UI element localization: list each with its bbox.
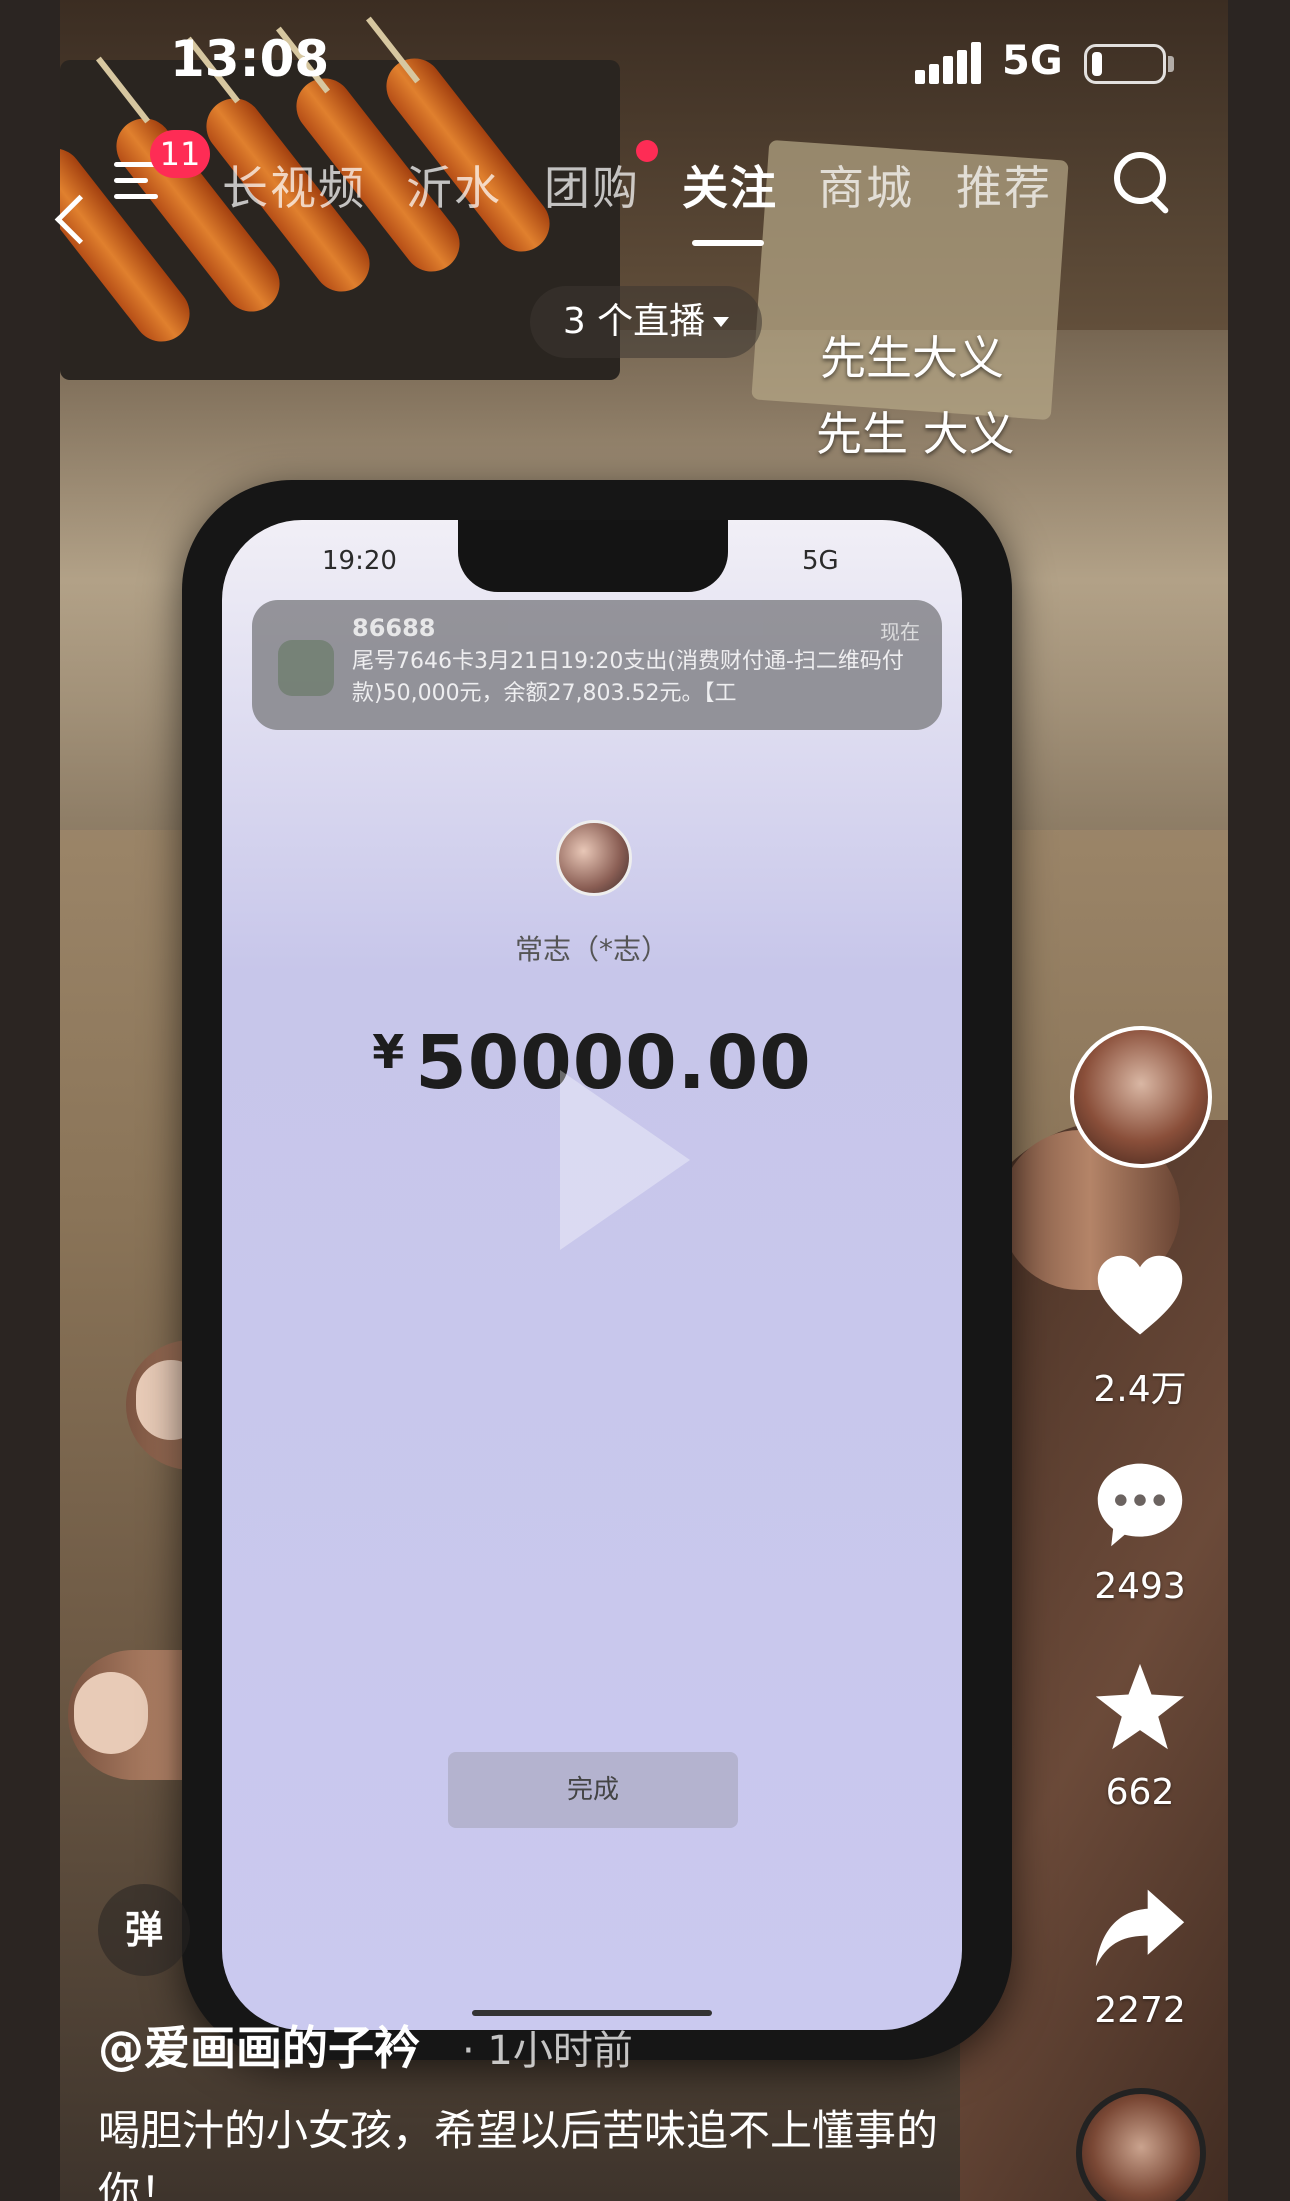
likes-count: 2.4万 <box>1093 1369 1187 1410</box>
menu-badge: 11 <box>150 130 210 178</box>
overlay-caption: 先生 大义 <box>816 407 1015 461</box>
active-tab-indicator <box>692 240 764 246</box>
payee-avatar <box>556 820 632 896</box>
tab-group-buy[interactable]: 团购 <box>544 152 640 218</box>
message-icon <box>278 640 334 696</box>
battery-icon <box>1084 44 1166 84</box>
shares-count: 2272 <box>1094 1990 1186 2031</box>
search-icon[interactable] <box>1114 152 1178 216</box>
star-icon[interactable] <box>1092 1660 1188 1756</box>
comments-count: 2493 <box>1094 1566 1186 1607</box>
danmu-toggle[interactable]: 弹 <box>98 1884 190 1976</box>
phone-network: 5G <box>802 546 839 576</box>
share-icon[interactable] <box>1092 1880 1188 1976</box>
tab-mall[interactable]: 商城 <box>818 152 914 218</box>
live-pill[interactable]: 3 个直播 <box>530 286 762 358</box>
post-time: · 1小时前 <box>462 2028 633 2074</box>
tab-long-video[interactable]: 长视频 <box>222 152 366 218</box>
currency-symbol: ¥ <box>372 1025 406 1079</box>
comment-icon[interactable] <box>1092 1456 1188 1552</box>
heart-icon[interactable] <box>1092 1250 1188 1346</box>
notification-text: 尾号7646卡3月21日19:20支出(消费财付通-扫二维码付款)50,000元… <box>352 649 904 706</box>
caret-down-icon <box>713 317 730 327</box>
favorites-count: 662 <box>1105 1772 1175 1813</box>
phone-time: 19:20 <box>322 546 397 576</box>
tab-following[interactable]: 关注 <box>682 152 778 218</box>
signal-icon <box>915 42 983 84</box>
video-phone-screen: 19:20 5G 86688 现在 尾号7646卡3月21日19:20支出(消费… <box>222 520 962 2030</box>
tab-recommend[interactable]: 推荐 <box>956 152 1052 218</box>
right-letterbox <box>1228 0 1290 2201</box>
notification-time: 现在 <box>880 620 920 644</box>
status-time: 13:08 <box>170 30 330 88</box>
left-letterbox <box>0 0 60 2201</box>
phone-notch <box>458 520 728 592</box>
bank-notification: 86688 现在 尾号7646卡3月21日19:20支出(消费财付通-扫二维码付… <box>252 600 942 730</box>
notification-sender: 86688 <box>352 614 436 642</box>
back-icon[interactable] <box>52 190 92 250</box>
author-avatar[interactable] <box>1070 1026 1212 1168</box>
overlay-caption: 先生大义 <box>820 331 1004 385</box>
tab-yishui[interactable]: 沂水 <box>406 152 502 218</box>
video-description[interactable]: 喝胆汁的小女孩，希望以后苦味追不上懂事的你！ <box>98 2100 958 2201</box>
live-pill-label: 3 个直播 <box>562 301 706 342</box>
video-fingernail <box>74 1672 148 1754</box>
phone-done-button: 完成 <box>448 1752 738 1828</box>
group-buy-dot <box>636 140 658 162</box>
payee-name: 常志（*志） <box>514 933 669 966</box>
phone-home-indicator <box>472 2010 712 2016</box>
network-type: 5G <box>1002 38 1063 84</box>
play-icon[interactable] <box>560 1070 690 1250</box>
app-frame: 19:20 5G 86688 现在 尾号7646卡3月21日19:20支出(消费… <box>0 0 1290 2201</box>
battery-tip <box>1168 56 1174 72</box>
author-name[interactable]: @爱画画的子衿 <box>98 2012 420 2078</box>
